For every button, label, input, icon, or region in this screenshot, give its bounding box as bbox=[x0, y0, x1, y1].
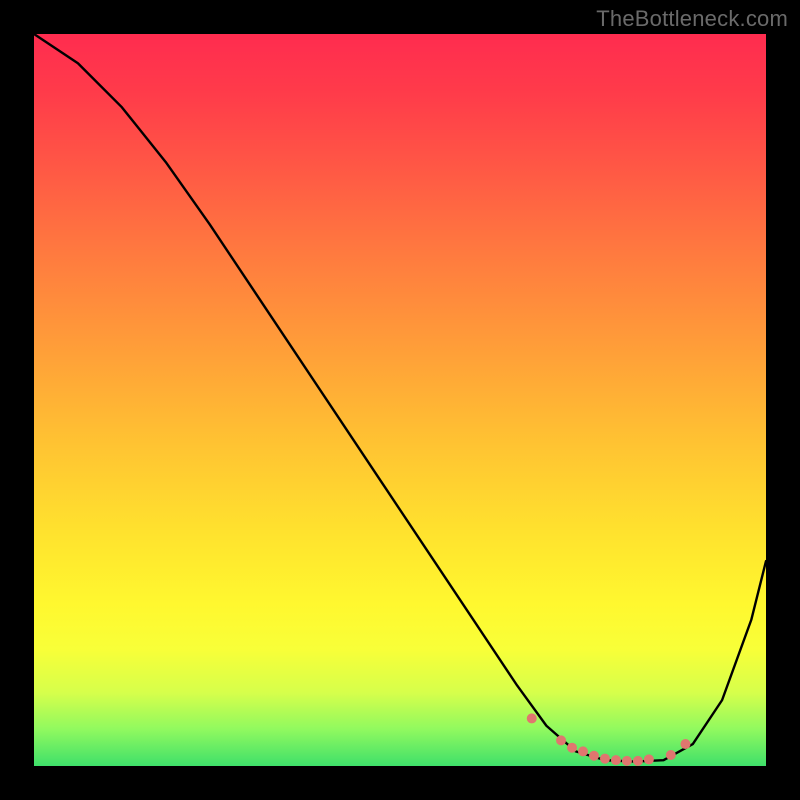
optimal-dot bbox=[611, 755, 621, 765]
optimal-dot bbox=[527, 713, 537, 723]
optimal-dot bbox=[567, 743, 577, 753]
optimal-dot bbox=[633, 756, 643, 766]
curve-layer bbox=[34, 34, 766, 766]
optimal-dot bbox=[600, 754, 610, 764]
optimal-dot bbox=[578, 746, 588, 756]
optimal-dot bbox=[680, 739, 690, 749]
watermark-text: TheBottleneck.com bbox=[596, 6, 788, 32]
optimal-dot bbox=[589, 751, 599, 761]
optimal-dot bbox=[556, 735, 566, 745]
chart-frame: TheBottleneck.com bbox=[0, 0, 800, 800]
bottleneck-curve bbox=[34, 34, 766, 762]
optimal-dot bbox=[666, 750, 676, 760]
plot-area bbox=[34, 34, 766, 766]
optimal-dot bbox=[644, 754, 654, 764]
optimal-dot bbox=[622, 756, 632, 766]
